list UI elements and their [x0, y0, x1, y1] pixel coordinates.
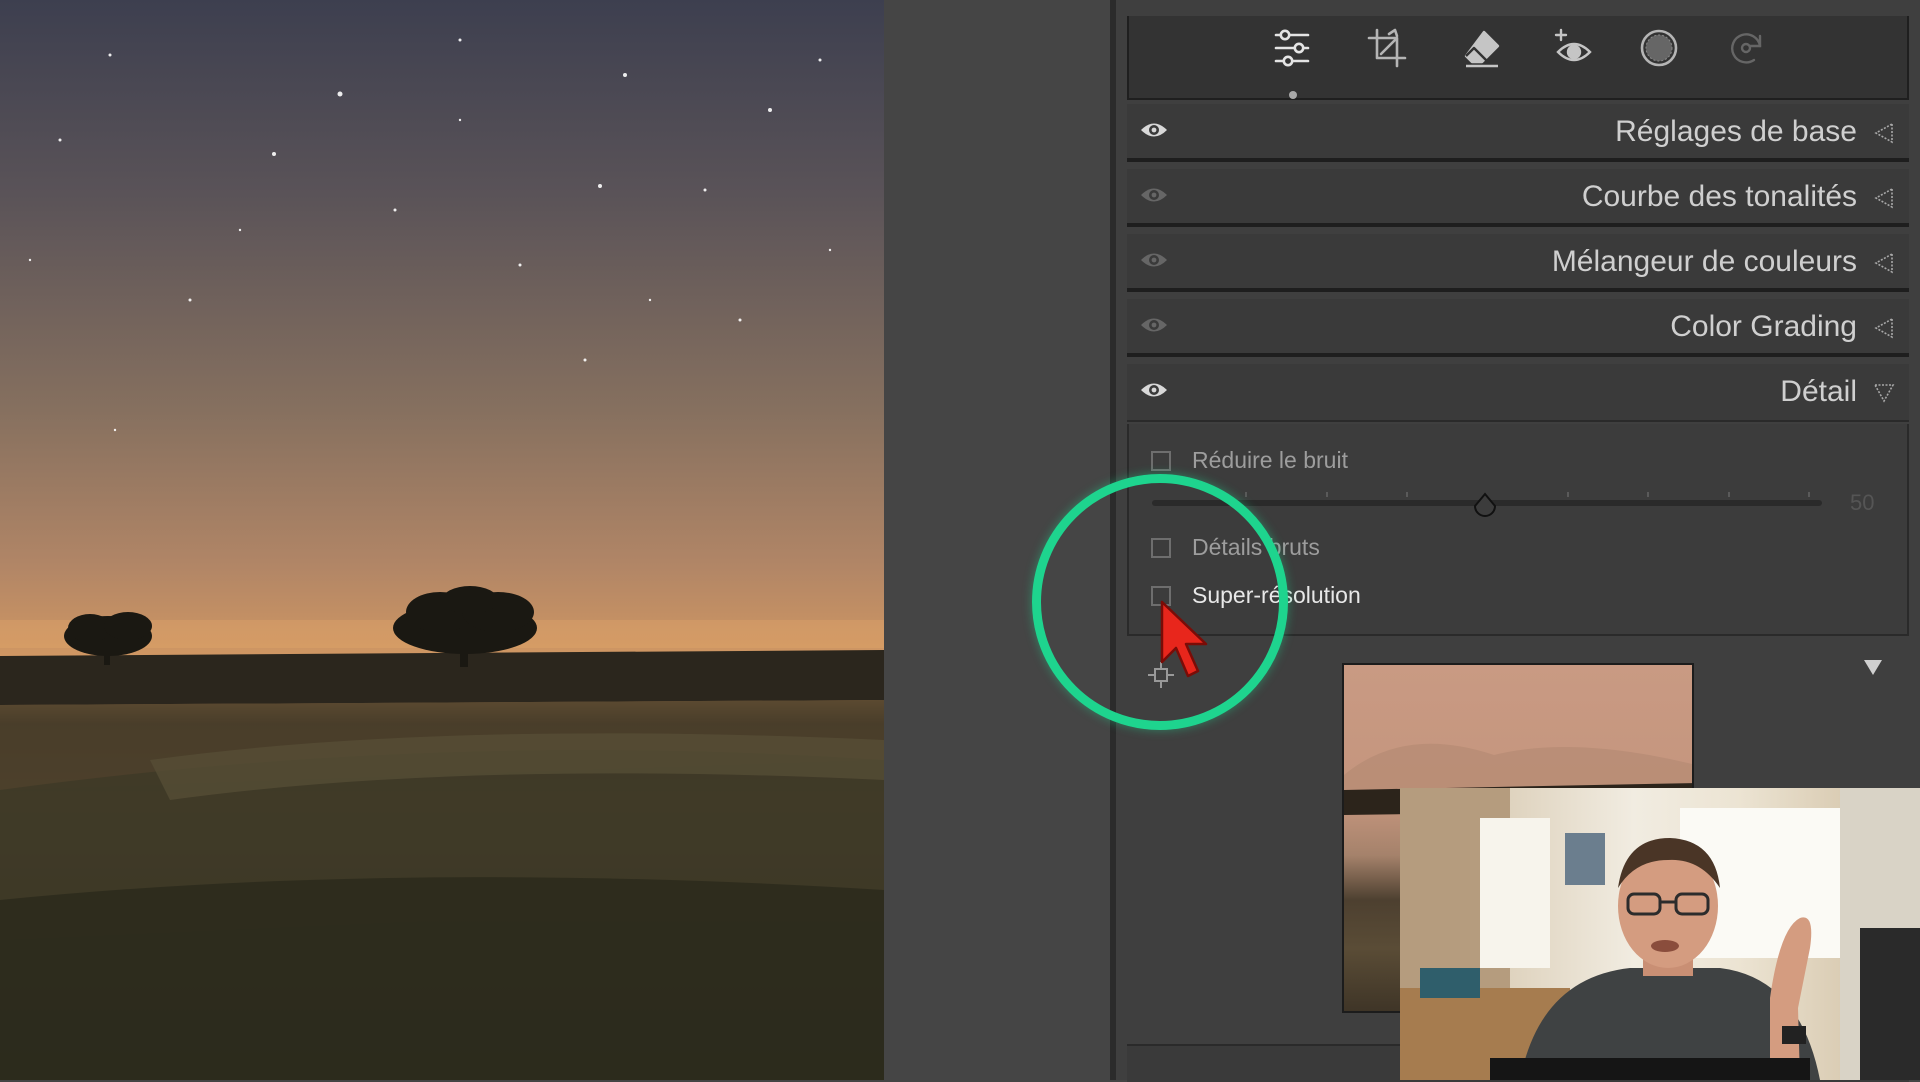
webcam-overlay: [1400, 788, 1920, 1080]
section-detail[interactable]: Détail: [1127, 364, 1909, 422]
edit-sliders-icon[interactable]: [1270, 26, 1314, 70]
visibility-eye-icon[interactable]: [1139, 379, 1169, 401]
night-sky-landscape-image: [0, 38, 884, 1080]
preview-collapse-triangle-icon[interactable]: [1862, 657, 1884, 677]
presenter-video: [1400, 788, 1920, 1080]
visibility-eye-icon[interactable]: [1139, 314, 1169, 336]
raw-details-checkbox[interactable]: [1151, 538, 1171, 558]
visibility-eye-icon[interactable]: [1139, 184, 1169, 206]
raw-details-label: Détails bruts: [1192, 534, 1320, 560]
red-eye-icon[interactable]: [1552, 26, 1596, 70]
crop-icon[interactable]: [1365, 26, 1409, 70]
section-reglages-de-base[interactable]: Réglages de base: [1127, 104, 1909, 162]
collapsed-triangle-icon[interactable]: [1873, 122, 1895, 144]
collapsed-triangle-icon[interactable]: [1873, 317, 1895, 339]
section-title: Mélangeur de couleurs: [1551, 245, 1857, 278]
section-courbe-des-tonalites[interactable]: Courbe des tonalités: [1127, 169, 1909, 227]
slider-tick: [1326, 492, 1328, 497]
active-tool-indicator: [1289, 91, 1297, 99]
collapsed-triangle-icon[interactable]: [1873, 252, 1895, 274]
slider-tick: [1728, 492, 1730, 497]
visibility-eye-icon[interactable]: [1139, 249, 1169, 271]
slider-tick: [1808, 492, 1810, 497]
canvas-gutter: [884, 0, 1110, 1080]
slider-tick: [1406, 492, 1408, 497]
slider-tick: [1245, 492, 1247, 497]
collapsed-triangle-icon[interactable]: [1873, 187, 1895, 209]
section-color-grading[interactable]: Color Grading: [1127, 299, 1909, 357]
presets-icon[interactable]: [1724, 26, 1768, 70]
eraser-icon[interactable]: [1460, 26, 1504, 70]
masking-icon[interactable]: [1637, 26, 1681, 70]
reduce-noise-label: Réduire le bruit: [1192, 447, 1348, 473]
slider-tick: [1567, 492, 1569, 497]
slider-tick: [1647, 492, 1649, 497]
crosshair-target-icon[interactable]: [1146, 660, 1176, 690]
super-resolution-label: Super-résolution: [1192, 582, 1361, 608]
visibility-eye-icon[interactable]: [1139, 119, 1169, 141]
expanded-triangle-icon[interactable]: [1873, 382, 1895, 404]
super-resolution-checkbox[interactable]: [1151, 586, 1171, 606]
slider-thumb[interactable]: [1472, 492, 1498, 518]
section-title: Courbe des tonalités: [1581, 180, 1857, 213]
section-title: Réglages de base: [1615, 115, 1857, 148]
reduce-noise-checkbox[interactable]: [1151, 451, 1171, 471]
photo-canvas: [0, 0, 884, 1080]
slider-value[interactable]: 50: [1850, 490, 1874, 516]
section-title: Détail: [1780, 375, 1857, 408]
tool-strip: [1127, 16, 1909, 100]
section-melangeur-de-couleurs[interactable]: Mélangeur de couleurs: [1127, 234, 1909, 292]
section-title: Color Grading: [1670, 310, 1857, 343]
